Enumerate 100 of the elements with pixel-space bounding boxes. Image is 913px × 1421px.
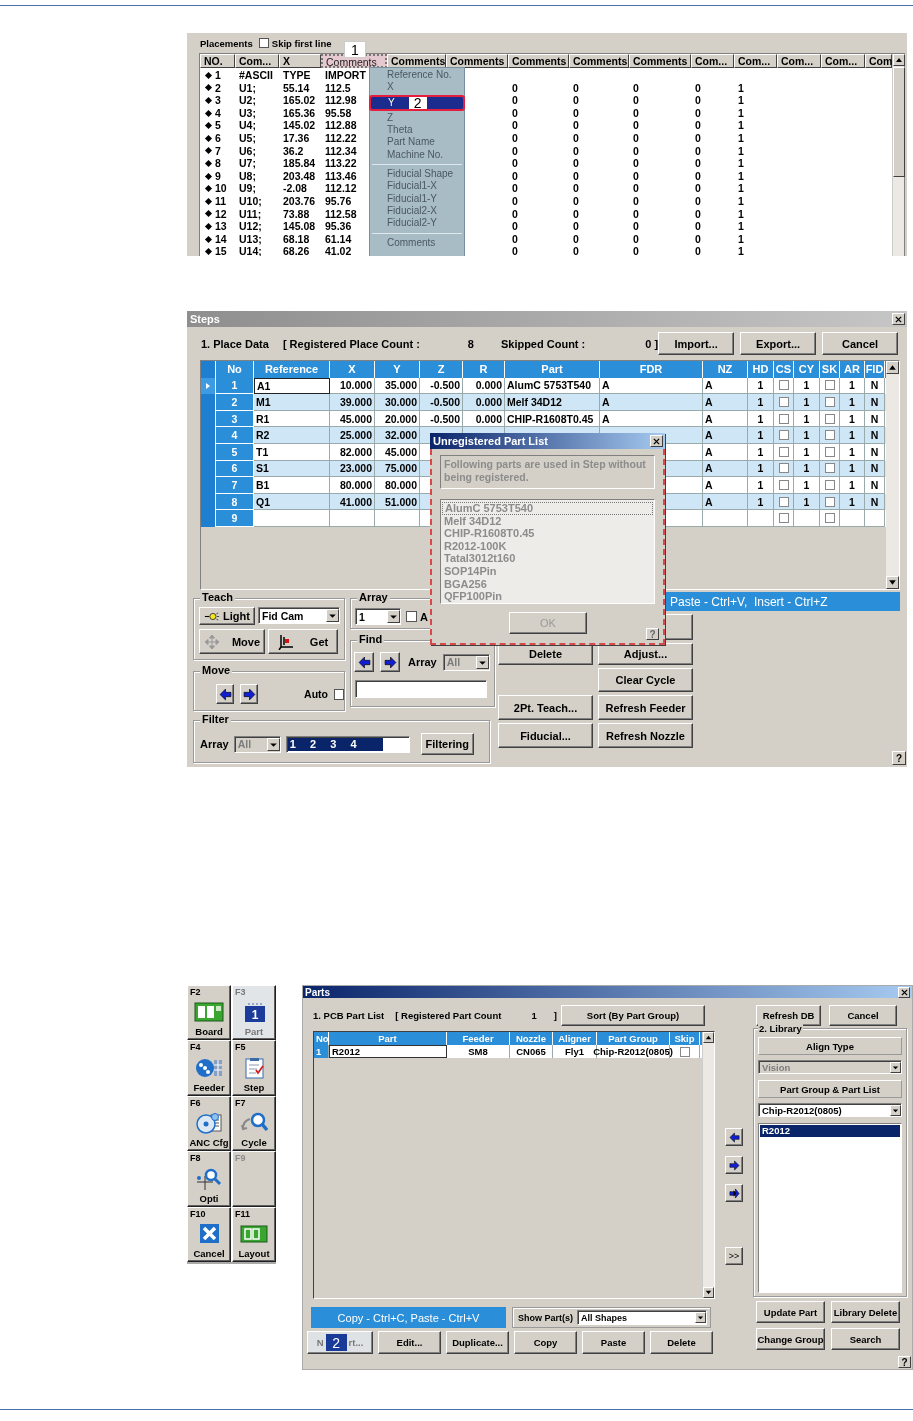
checkbox[interactable] — [778, 496, 789, 507]
array-dropdown[interactable]: 1 — [355, 608, 401, 625]
get-button[interactable]: Get — [268, 629, 338, 654]
column-header[interactable]: FID — [865, 361, 885, 378]
move-right-button[interactable] — [725, 1156, 743, 1174]
next-button[interactable] — [380, 652, 400, 672]
column-header[interactable]: Part — [505, 361, 600, 378]
sort-button[interactable]: Sort (By Part Group) — [561, 1004, 705, 1026]
column-header[interactable]: Comments — [629, 54, 691, 68]
library-button[interactable]: Search — [831, 1328, 900, 1350]
action-button[interactable]: Fiducial... — [498, 723, 593, 748]
column-header[interactable]: AR — [840, 361, 865, 378]
column-header[interactable]: Com... — [691, 54, 734, 68]
column-header[interactable]: Com... — [235, 54, 279, 68]
column-header[interactable]: HD — [748, 361, 774, 378]
checkbox[interactable] — [334, 688, 344, 700]
shape-dropdown[interactable]: All Shapes — [577, 1310, 707, 1325]
scrollbar[interactable] — [892, 54, 904, 256]
close-button[interactable] — [650, 435, 663, 447]
checkbox[interactable] — [778, 463, 789, 474]
menu-item[interactable]: Fiducial2-Y — [370, 217, 464, 230]
action-button[interactable]: 2Pt. Teach... — [498, 695, 593, 720]
menu-item[interactable]: X — [370, 81, 464, 94]
menu-item[interactable]: Part Name — [370, 136, 464, 149]
column-header[interactable]: R — [463, 361, 505, 378]
library-button[interactable]: Update Part — [756, 1301, 825, 1323]
help-button[interactable]: ? — [892, 751, 906, 765]
column-header[interactable]: Y — [375, 361, 420, 378]
move-all-button[interactable] — [725, 1184, 743, 1202]
column-header[interactable]: Comments — [446, 54, 508, 68]
checkbox[interactable] — [824, 446, 835, 457]
column-header[interactable]: NZ — [703, 361, 748, 378]
menu-item[interactable]: Theta — [370, 124, 464, 137]
checkbox[interactable] — [778, 446, 789, 457]
column-header[interactable]: Com... — [777, 54, 821, 68]
row-header[interactable] — [201, 394, 216, 411]
move-left-button[interactable] — [725, 1128, 743, 1146]
help-button[interactable]: ? — [898, 1356, 911, 1368]
right-button[interactable] — [240, 684, 259, 704]
column-header[interactable]: CS — [774, 361, 794, 378]
expand-button[interactable]: >> — [725, 1247, 743, 1265]
checkbox[interactable] — [778, 513, 789, 524]
close-button[interactable] — [898, 986, 910, 998]
column-header[interactable]: Comments — [508, 54, 569, 68]
checkbox[interactable] — [406, 611, 417, 622]
checkbox[interactable] — [778, 413, 789, 424]
function-key[interactable]: F4 Feeder — [187, 1040, 231, 1096]
toolbar-button[interactable]: Export... — [740, 332, 817, 355]
action-button[interactable]: Edit... — [378, 1331, 441, 1354]
menu-item[interactable]: Machine No. — [370, 148, 464, 162]
camera-dropdown[interactable]: Fid Cam — [258, 607, 340, 624]
light-button[interactable]: Light — [199, 607, 255, 625]
function-key[interactable]: F5 Step — [232, 1040, 276, 1096]
function-key[interactable]: F10 Cancel — [187, 1206, 231, 1262]
scrollbar[interactable] — [886, 361, 899, 589]
checkbox[interactable] — [679, 1046, 690, 1057]
menu-item[interactable]: Fiducial Shape — [370, 168, 464, 181]
checkbox[interactable] — [824, 380, 835, 391]
library-button[interactable]: Change Group — [756, 1328, 825, 1350]
previous-button[interactable] — [354, 652, 374, 672]
checkbox[interactable] — [824, 430, 835, 441]
function-key[interactable]: F3 1 Part — [232, 985, 276, 1041]
checkbox[interactable] — [824, 397, 835, 407]
column-header[interactable]: Comments — [387, 54, 446, 68]
function-key[interactable]: F2 Board — [187, 985, 231, 1041]
search-field[interactable] — [355, 680, 487, 698]
row-header[interactable] — [201, 510, 216, 527]
menu-item[interactable]: Reference No. — [370, 69, 464, 82]
part-group-dropdown[interactable]: Chip-R2012(0805) — [758, 1103, 902, 1117]
library-button[interactable]: Library Delete — [831, 1301, 900, 1323]
help-button[interactable]: ? — [646, 628, 659, 640]
column-header[interactable]: NO. — [200, 54, 235, 68]
function-key[interactable]: F6 ANC Cfg — [187, 1095, 231, 1152]
column-header[interactable]: No — [216, 361, 254, 378]
action-button[interactable]: Duplicate... — [446, 1331, 509, 1354]
checkbox[interactable] — [778, 380, 789, 391]
new-part-button[interactable]: N 2 rt... — [307, 1331, 373, 1354]
column-header[interactable]: FDR — [600, 361, 703, 378]
action-button[interactable]: Paste — [582, 1331, 645, 1354]
checkbox[interactable] — [824, 463, 835, 474]
action-button[interactable]: Copy — [514, 1331, 577, 1354]
action-button[interactable]: Refresh Nozzle — [598, 723, 693, 748]
checkbox[interactable] — [824, 479, 835, 490]
column-header[interactable]: Com... — [821, 54, 865, 68]
filtering-button[interactable]: Filtering — [420, 733, 474, 755]
cancel-button[interactable]: Cancel — [829, 1004, 897, 1026]
left-button[interactable] — [216, 684, 235, 704]
checkbox[interactable] — [824, 413, 835, 424]
function-key[interactable]: F7 Cycle — [232, 1095, 276, 1152]
column-header[interactable]: Comments — [569, 54, 629, 68]
function-key[interactable]: F11 Layout — [232, 1206, 276, 1262]
column-header[interactable]: X — [330, 361, 375, 378]
column-header[interactable]: Reference — [254, 361, 330, 378]
action-button[interactable]: Delete — [650, 1331, 713, 1354]
checkbox[interactable] — [778, 430, 789, 441]
column-header[interactable]: SK — [820, 361, 840, 378]
menu-item[interactable]: Z — [370, 111, 464, 125]
checkbox[interactable] — [824, 496, 835, 507]
checkbox[interactable] — [778, 397, 789, 407]
column-header[interactable]: X — [279, 54, 321, 68]
